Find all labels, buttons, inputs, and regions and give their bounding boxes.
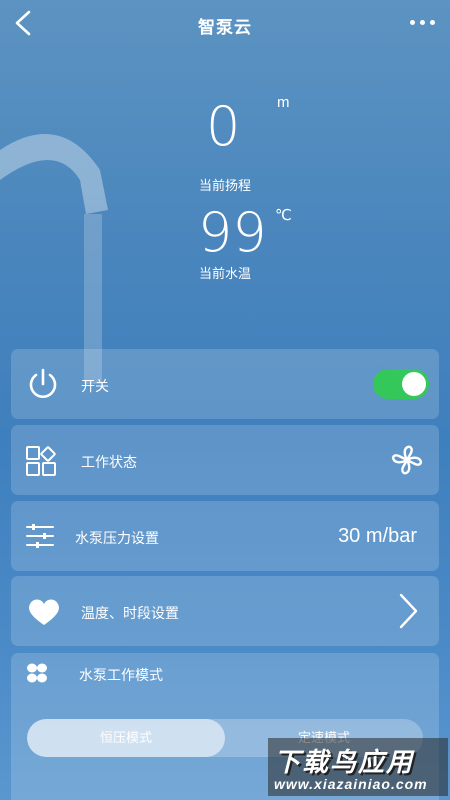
pressure-value: 30 m/bar (338, 525, 417, 547)
pump-mode-label: 水泵工作模式 (79, 667, 163, 683)
work-status-label: 工作状态 (81, 454, 137, 470)
sliders-icon (26, 524, 54, 548)
head-label: 当前扬程 (199, 178, 252, 193)
temperature-unit: ℃ (275, 207, 292, 224)
mode-option-constant-pressure[interactable]: 恒压模式 (27, 719, 225, 757)
watermark-title: 下载鸟应用 (274, 747, 415, 777)
power-toggle[interactable] (373, 369, 429, 399)
faucet-background-image (0, 134, 108, 384)
more-options-icon[interactable] (410, 12, 440, 32)
pressure-card[interactable]: 水泵压力设置 30 m/bar (11, 501, 439, 571)
head-value: 0 (206, 95, 241, 158)
watermark-logo: 下载鸟应用 www.xiazainiao.com (268, 738, 448, 796)
pressure-label: 水泵压力设置 (75, 530, 159, 546)
watermark-url: www.xiazainiao.com (274, 776, 428, 792)
temperature-label: 当前水温 (199, 266, 252, 281)
toggle-knob (402, 372, 426, 396)
page-title: 智泵云 (198, 18, 252, 37)
power-label: 开关 (81, 378, 109, 394)
head-unit: m (277, 94, 290, 111)
work-status-card[interactable]: 工作状态 (11, 425, 439, 495)
temp-time-card[interactable]: 温度、时段设置 (11, 576, 439, 646)
chevron-right-icon[interactable] (397, 593, 419, 629)
heart-icon (29, 599, 59, 625)
power-icon (29, 368, 57, 398)
power-card: 开关 (11, 349, 439, 419)
shapes-grid-icon (26, 446, 56, 476)
temp-time-label: 温度、时段设置 (81, 605, 179, 621)
fan-icon (391, 445, 423, 475)
temperature-value: 99 (198, 201, 267, 264)
top-bar: 智泵云 (0, 0, 450, 46)
clover-icon (27, 663, 47, 683)
